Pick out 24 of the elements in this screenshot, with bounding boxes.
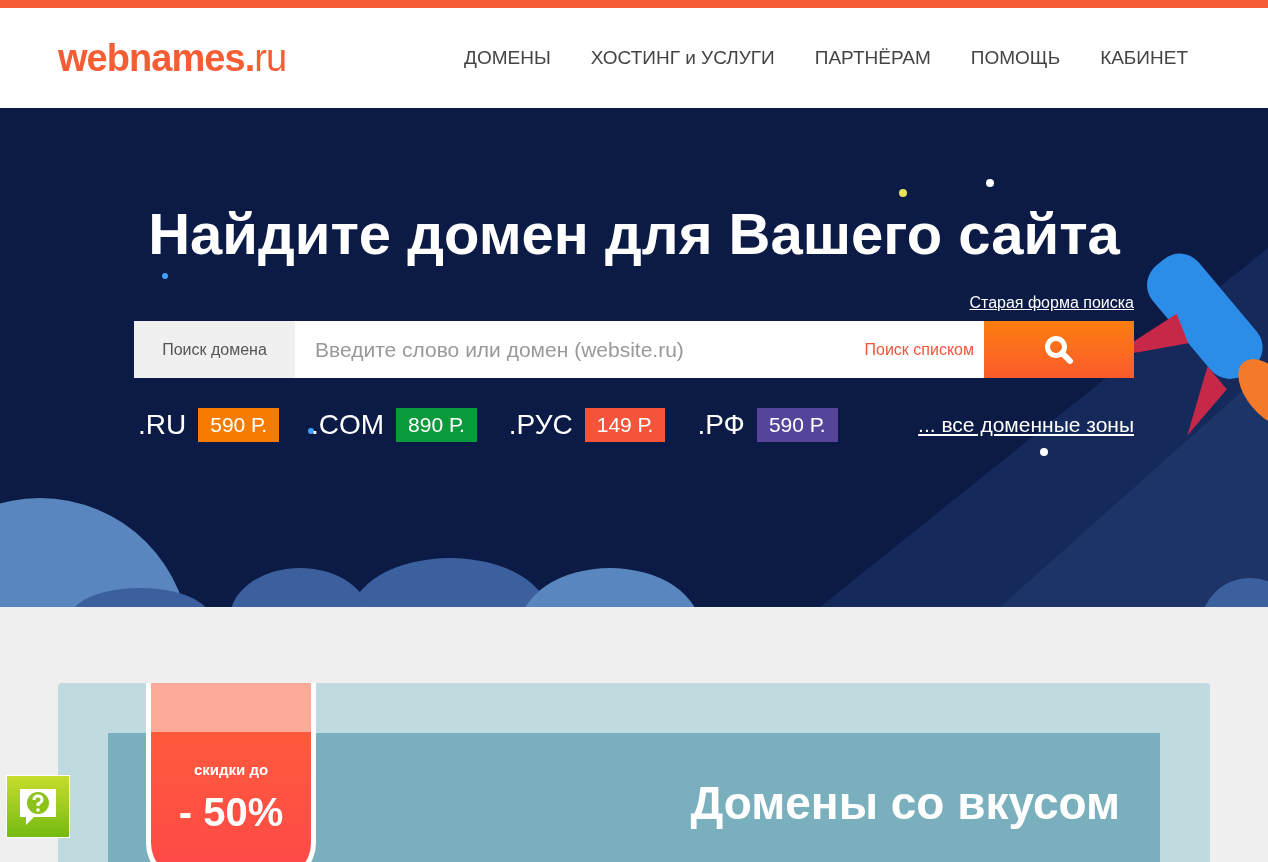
all-zones-link[interactable]: ... все доменные зоны	[918, 409, 1134, 441]
domain-zone: .РУС	[508, 408, 573, 442]
help-chat-button[interactable]	[6, 775, 70, 838]
discount-value: - 50%	[178, 788, 284, 836]
domain-zone: .RU	[138, 408, 187, 442]
zone-price: 890 Р.	[396, 408, 477, 442]
domain-zone: .COM	[311, 408, 385, 442]
search-button[interactable]	[984, 321, 1134, 378]
zone-price: 590 Р.	[756, 408, 838, 442]
nav-link[interactable]: КАБИНЕТ	[1100, 43, 1188, 73]
search-label: Поиск домена	[134, 321, 295, 378]
discount-caption: скидки до	[193, 760, 269, 780]
hero-title: Найдите домен для Вашего сайта	[148, 200, 1120, 268]
promo-title: Домены со вкусом	[690, 776, 1120, 831]
zone-price: 590 Р.	[198, 408, 279, 442]
search-icon	[1044, 334, 1074, 365]
nav-link[interactable]: ХОСТИНГ и УСЛУГИ	[590, 43, 775, 73]
domain-zone: .РФ	[697, 408, 745, 442]
nav-link[interactable]: ПАРТНЁРАМ	[814, 43, 931, 73]
nav-link[interactable]: ДОМЕНЫ	[464, 43, 551, 73]
zone-price: 149 Р.	[584, 408, 666, 442]
nav-link[interactable]: ПОМОЩЬ	[970, 43, 1061, 73]
old-search-form-link[interactable]: Старая форма поиска	[969, 291, 1134, 315]
search-field[interactable]: Введите слово или домен (website.ru)	[295, 321, 865, 378]
